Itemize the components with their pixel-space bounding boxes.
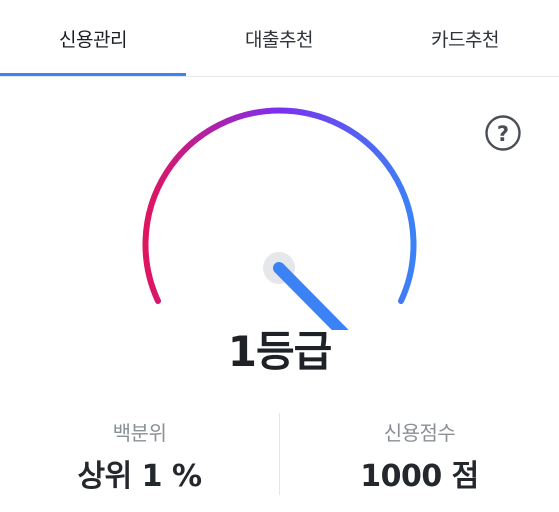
percentile-value: 상위 1 % — [77, 459, 202, 494]
credit-gauge — [142, 107, 417, 330]
credit-score-value: 1000 점 — [360, 459, 479, 494]
credit-score-label: 신용점수 — [383, 421, 456, 445]
credit-grade: 1등급 — [227, 327, 333, 376]
percentile-label: 백분위 — [112, 421, 167, 445]
credit-stats: 백분위 상위 1 % 신용점수 1000 점 — [0, 405, 559, 512]
